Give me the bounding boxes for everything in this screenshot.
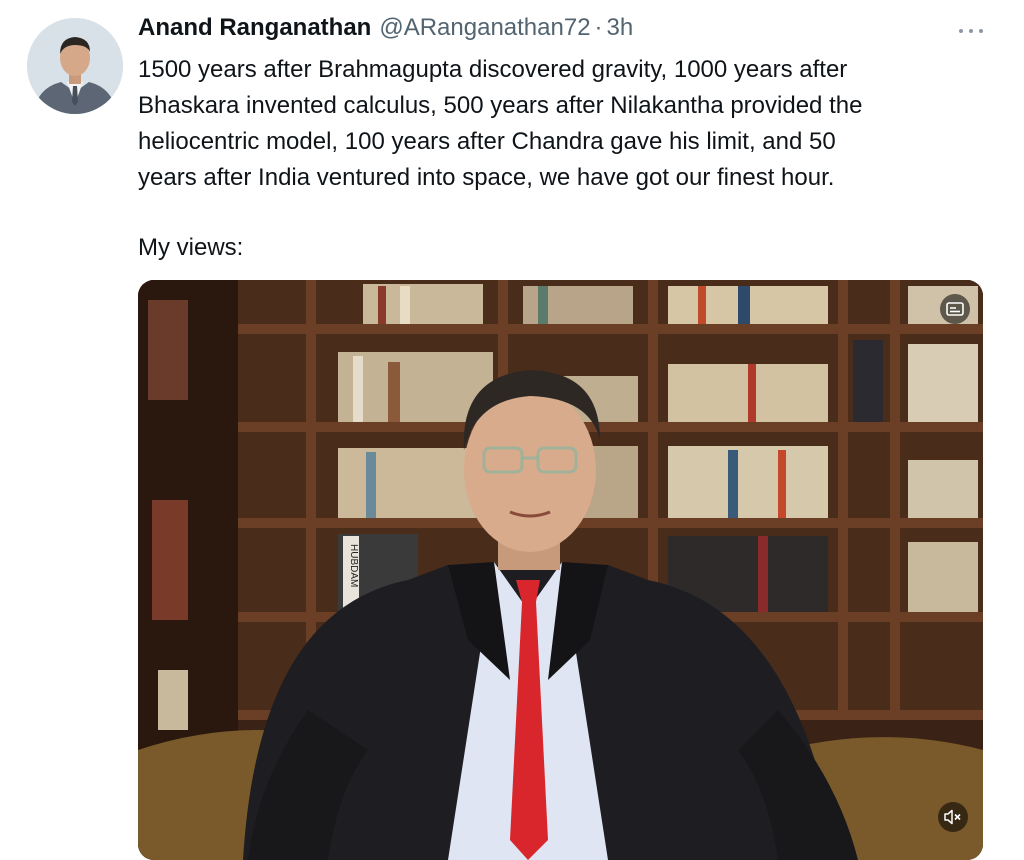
tweet-card[interactable]: Anand Ranganathan @ARanganathan72 · 3h 1… (0, 0, 1024, 860)
muted-speaker-icon (944, 809, 961, 825)
book-spine-label: HUBDAM (348, 544, 359, 587)
captions-button[interactable] (940, 294, 970, 324)
mute-button[interactable] (938, 802, 968, 832)
tweet-header: Anand Ranganathan @ARanganathan72 · 3h (138, 14, 633, 46)
tweet-text-line: years after India ventured into space, w… (138, 164, 835, 191)
avatar-portrait (27, 18, 123, 114)
header-separator: · (594, 14, 603, 41)
tweet-text-line: Bhaskara invented calculus, 500 years af… (138, 92, 863, 119)
video-frame: HUBDAM (138, 280, 983, 860)
tweet-text: 1500 years after Brahmagupta discovered … (138, 52, 988, 196)
captions-icon (946, 302, 964, 316)
tweet-text-line: heliocentric model, 100 years after Chan… (138, 128, 836, 155)
video-player[interactable]: HUBDAM (138, 280, 983, 860)
more-options-button[interactable] (958, 22, 984, 38)
tweet-text-views: My views: (138, 234, 244, 261)
tweet-text-line: 1500 years after Brahmagupta discovered … (138, 56, 848, 83)
tweet-timestamp[interactable]: 3h (607, 14, 634, 42)
author-handle[interactable]: @ARanganathan72 (379, 14, 590, 42)
avatar[interactable] (27, 18, 123, 114)
author-name[interactable]: Anand Ranganathan (138, 14, 371, 42)
